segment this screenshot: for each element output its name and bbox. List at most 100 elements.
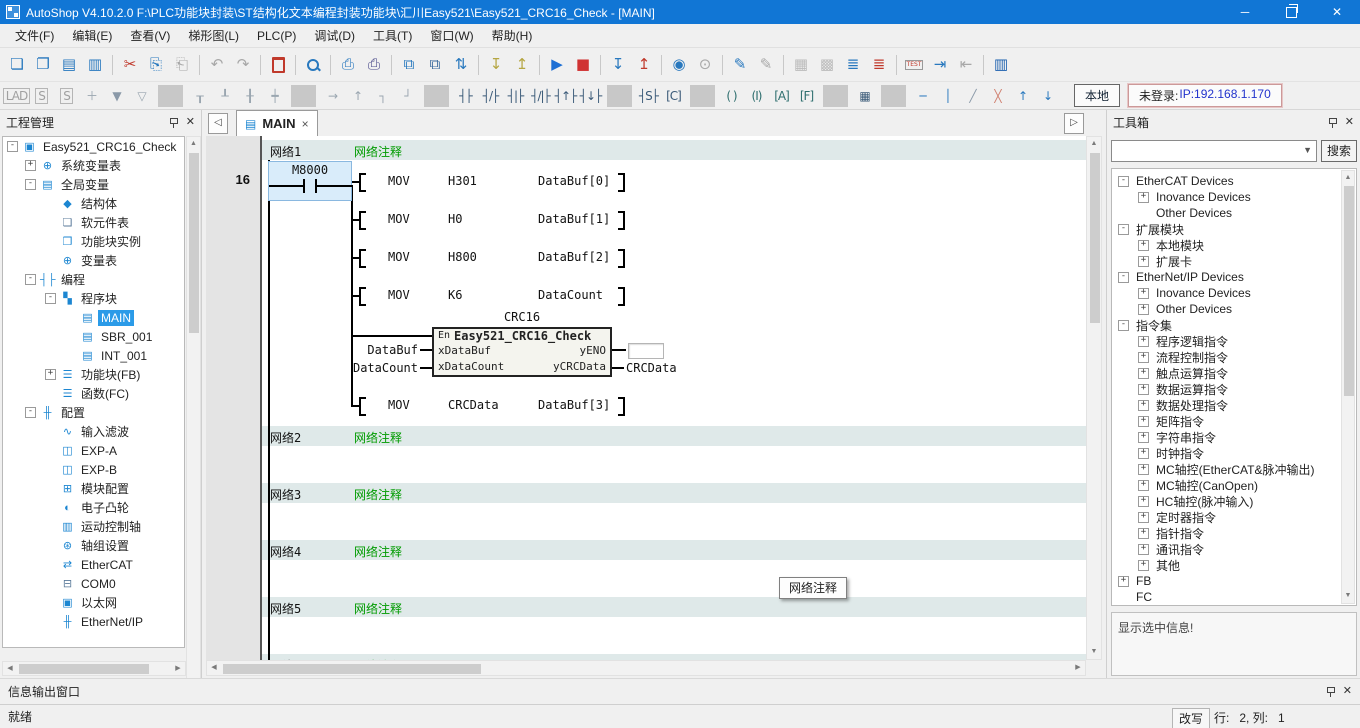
network-comment[interactable]: 网络注释: [354, 600, 402, 617]
network-header[interactable]: 网络5 网络注释: [262, 597, 1086, 617]
wire-corner-up-button[interactable]: ┘: [395, 85, 420, 107]
branch-insert-button[interactable]: ╂: [237, 85, 262, 107]
toolbox-tree-item[interactable]: + HC轴控(脉冲输入): [1112, 493, 1356, 509]
arrow-up-button[interactable]: ↑: [1010, 85, 1035, 107]
menu-item[interactable]: 工具(T): [364, 24, 421, 47]
tree-expander[interactable]: +: [1138, 512, 1149, 523]
new-window-button[interactable]: ⧉: [396, 53, 422, 77]
stop-button[interactable]: ■: [570, 53, 596, 77]
tree-expander[interactable]: -: [45, 293, 56, 304]
toolbox-tree-item[interactable]: + 程序逻辑指令: [1112, 333, 1356, 349]
project-tree-item[interactable]: ⊕ 变量表: [3, 251, 184, 270]
tree-expander[interactable]: -: [1118, 224, 1129, 235]
mov-instruction[interactable]: MOV K6 DataCount: [352, 286, 642, 306]
set-instruction-button[interactable]: ┤S├: [636, 85, 661, 107]
delete-button[interactable]: [265, 53, 291, 77]
fb-input-operand[interactable]: DataBuf: [346, 343, 418, 357]
network-comment[interactable]: 网络注释: [354, 429, 402, 446]
tree-expander[interactable]: +: [1138, 352, 1149, 363]
source-operand[interactable]: H800: [448, 250, 477, 264]
destination-operand[interactable]: DataBuf[1]: [538, 212, 610, 226]
instruction-mnemonic[interactable]: MOV: [388, 250, 410, 264]
tab-scroll-right-button[interactable]: ▷: [1064, 113, 1084, 134]
tree-expander[interactable]: -: [25, 274, 36, 285]
toolbox-tree-item[interactable]: + 扩展卡: [1112, 253, 1356, 269]
menu-item[interactable]: 帮助(H): [483, 24, 542, 47]
close-panel-icon[interactable]: ✕: [186, 117, 195, 128]
project-tree-item[interactable]: - ╫ 配置: [3, 403, 184, 422]
contact-operand[interactable]: M8000: [268, 163, 352, 177]
lad-mode-button[interactable]: LAD: [4, 85, 29, 107]
compare-button[interactable]: ⇅: [448, 53, 474, 77]
scroll-thumb[interactable]: [189, 153, 199, 333]
network-header[interactable]: 网络1 网络注释: [262, 140, 1086, 160]
wire-up-button[interactable]: ↑: [345, 85, 370, 107]
vline-button[interactable]: │: [935, 85, 960, 107]
destination-operand[interactable]: DataBuf[0]: [538, 174, 610, 188]
tree-expander[interactable]: +: [1138, 480, 1149, 491]
tree-expander[interactable]: +: [1138, 496, 1149, 507]
project-tree-item[interactable]: ▤ SBR_001: [3, 327, 184, 346]
tree-expander[interactable]: +: [1138, 368, 1149, 379]
instruction-mnemonic[interactable]: MOV: [388, 398, 410, 412]
tree-expander[interactable]: -: [7, 141, 18, 152]
tree-expander[interactable]: +: [45, 369, 56, 380]
tree-expander[interactable]: +: [1138, 256, 1149, 267]
insert-network-button[interactable]: ＋: [79, 85, 104, 107]
tab-main[interactable]: ▤ MAIN ×: [236, 110, 318, 136]
scroll-right-icon[interactable]: ▶: [1071, 661, 1085, 675]
close-panel-icon[interactable]: ✕: [1345, 117, 1354, 128]
scroll-left-icon[interactable]: ◀: [207, 661, 221, 675]
scroll-down-icon[interactable]: ▼: [1087, 645, 1101, 659]
menu-item[interactable]: 梯形图(L): [179, 24, 248, 47]
contact-series-closed-button[interactable]: ┤/|├: [528, 85, 553, 107]
project-tree-item[interactable]: ☰ 函数(FC): [3, 384, 184, 403]
contact-rising-button[interactable]: ┤↑├: [553, 85, 578, 107]
tree-expander[interactable]: -: [1118, 272, 1129, 283]
menu-item[interactable]: 调试(D): [305, 24, 364, 47]
toolbox-search-button[interactable]: 搜索: [1321, 140, 1357, 162]
project-tree-item[interactable]: ▤ INT_001: [3, 346, 184, 365]
pin-icon[interactable]: [169, 117, 178, 128]
append-network-button[interactable]: ▽: [129, 85, 154, 107]
scroll-right-icon[interactable]: ▶: [171, 662, 185, 676]
tree-expander[interactable]: +: [1138, 384, 1149, 395]
scroll-up-icon[interactable]: ▲: [187, 137, 200, 151]
scroll-up-icon[interactable]: ▲: [1087, 137, 1101, 151]
toolbox-tree-item[interactable]: - EtherNet/IP Devices: [1112, 269, 1356, 285]
toolbox-tree-item[interactable]: + Inovance Devices: [1112, 285, 1356, 301]
wire-slash-button[interactable]: ╱: [960, 85, 985, 107]
project-tree-item[interactable]: ∿ 输入滤波: [3, 422, 184, 441]
new-project-button[interactable]: ❏: [4, 53, 30, 77]
project-tree-item[interactable]: ▣ 以太网: [3, 593, 184, 612]
toolbox-tree-item[interactable]: - EtherCAT Devices: [1112, 173, 1356, 189]
trace-button[interactable]: ⊙: [692, 53, 718, 77]
login-status-button[interactable]: 未登录: IP:192.168.1.170: [1128, 84, 1282, 107]
redo-button[interactable]: ↷: [230, 53, 256, 77]
instruction-mnemonic[interactable]: MOV: [388, 212, 410, 226]
destination-operand[interactable]: DataCount: [538, 288, 603, 302]
scroll-thumb[interactable]: [223, 664, 481, 674]
toolbox-tree-item[interactable]: + 数据处理指令: [1112, 397, 1356, 413]
compare-instruction-button[interactable]: ▦: [852, 85, 877, 107]
delete-row-button[interactable]: ≣: [866, 53, 892, 77]
download-list-button[interactable]: ↧: [483, 53, 509, 77]
source-operand[interactable]: CRCData: [448, 398, 499, 412]
coil-button[interactable]: ( ): [719, 85, 744, 107]
counter-instruction-button[interactable]: [C]: [661, 85, 686, 107]
toolbox-tree-item[interactable]: + 定时器指令: [1112, 509, 1356, 525]
project-tree-item[interactable]: ◆ 结构体: [3, 194, 184, 213]
print-button[interactable]: ⎙: [361, 53, 387, 77]
edit-button[interactable]: ✎: [753, 53, 779, 77]
scroll-thumb[interactable]: [1090, 153, 1100, 323]
contact-open-button[interactable]: ┤├: [453, 85, 478, 107]
upload-list-button[interactable]: ↥: [509, 53, 535, 77]
open-project-button[interactable]: ❐: [30, 53, 56, 77]
pin-icon[interactable]: [1328, 117, 1337, 128]
branch-down-button[interactable]: ┰: [187, 85, 212, 107]
instruction-mnemonic[interactable]: MOV: [388, 288, 410, 302]
copy-button[interactable]: ⎘: [143, 53, 169, 77]
network-comment[interactable]: 网络注释: [354, 143, 402, 160]
toolbox-tree-item[interactable]: + 触点运算指令: [1112, 365, 1356, 381]
pin-icon[interactable]: [1326, 686, 1335, 697]
